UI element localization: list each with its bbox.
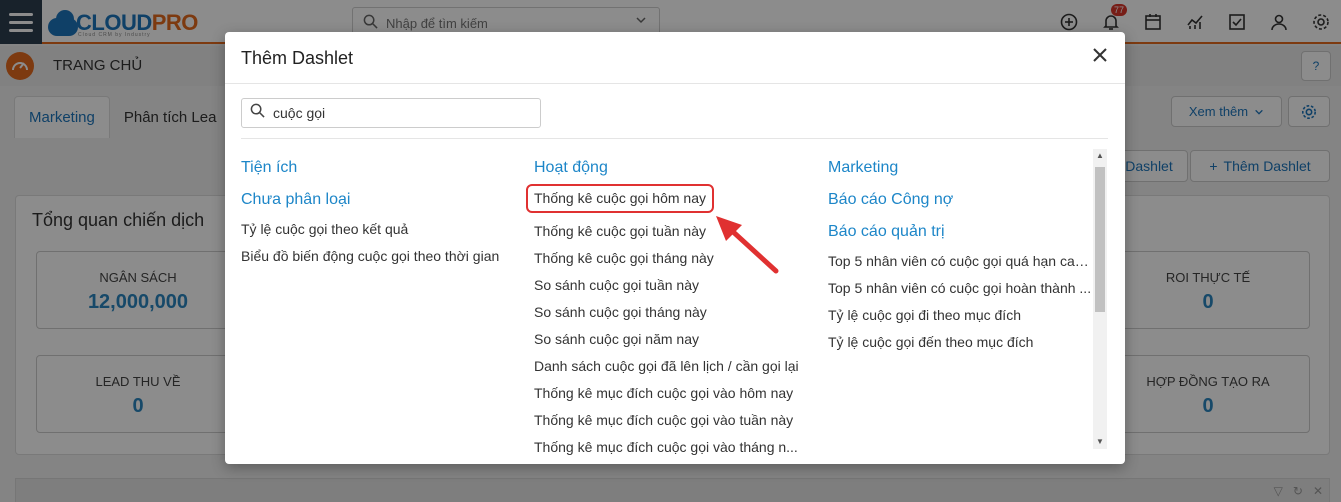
dashlet-item[interactable]: Tỷ lệ cuộc gọi đi theo mục đích: [828, 302, 1093, 329]
category-heading[interactable]: Chưa phân loại: [241, 184, 521, 216]
dashlet-item[interactable]: Thống kê mục đích cuộc gọi vào tháng n..…: [534, 434, 814, 461]
dashlet-search-input[interactable]: [273, 105, 523, 121]
divider: [241, 138, 1108, 139]
search-icon: [250, 103, 265, 123]
category-heading[interactable]: Báo cáo Công nợ: [828, 184, 1093, 216]
add-dashlet-modal: Thêm Dashlet Tiện ích Chưa phân loại Tỷ …: [225, 32, 1125, 464]
scroll-down-icon[interactable]: ▼: [1093, 435, 1107, 449]
dashlet-item[interactable]: Top 5 nhân viên có cuộc gọi hoàn thành .…: [828, 275, 1093, 302]
dashlet-item[interactable]: Thống kê mục đích cuộc gọi vào tuần này: [534, 407, 814, 434]
dashlet-item[interactable]: Danh sách cuộc gọi đã lên lịch / cần gọi…: [534, 353, 814, 380]
dashlet-item-highlighted[interactable]: Thống kê cuộc gọi hôm nay: [526, 184, 714, 213]
category-heading[interactable]: Marketing: [828, 152, 1093, 184]
close-icon[interactable]: [1089, 45, 1111, 67]
dashlet-item[interactable]: So sánh cuộc gọi tháng này: [534, 299, 814, 326]
dashlet-column: Hoạt động Thống kê cuộc gọi hôm nay Thốn…: [526, 152, 814, 461]
dashlet-column: Tiện ích Chưa phân loại Tỷ lệ cuộc gọi t…: [241, 152, 521, 270]
scrollbar[interactable]: ▲ ▼: [1093, 149, 1107, 449]
dashlet-search-field[interactable]: [241, 98, 541, 128]
category-heading[interactable]: Báo cáo quản trị: [828, 216, 1093, 248]
dashlet-item[interactable]: Tỷ lệ cuộc gọi theo kết quả: [241, 216, 521, 243]
dashlet-item[interactable]: So sánh cuộc gọi năm nay: [534, 326, 814, 353]
dashlet-item[interactable]: Top 5 nhân viên có cuộc gọi quá hạn cao.…: [828, 248, 1093, 275]
modal-header: Thêm Dashlet: [225, 32, 1125, 84]
dashlet-item[interactable]: Thống kê mục đích cuộc gọi vào hôm nay: [534, 380, 814, 407]
scroll-up-icon[interactable]: ▲: [1093, 149, 1107, 163]
modal-title: Thêm Dashlet: [241, 48, 354, 68]
dashlet-column: Marketing Báo cáo Công nợ Báo cáo quản t…: [828, 152, 1093, 356]
category-heading[interactable]: Tiện ích: [241, 152, 521, 184]
annotation-arrow-icon: [716, 216, 779, 274]
category-heading[interactable]: Hoạt động: [534, 152, 814, 184]
dashlet-item[interactable]: Biểu đồ biến động cuộc gọi theo thời gia…: [241, 243, 521, 270]
scrollbar-thumb[interactable]: [1095, 167, 1105, 312]
dashlet-item[interactable]: Tỷ lệ cuộc gọi đến theo mục đích: [828, 329, 1093, 356]
